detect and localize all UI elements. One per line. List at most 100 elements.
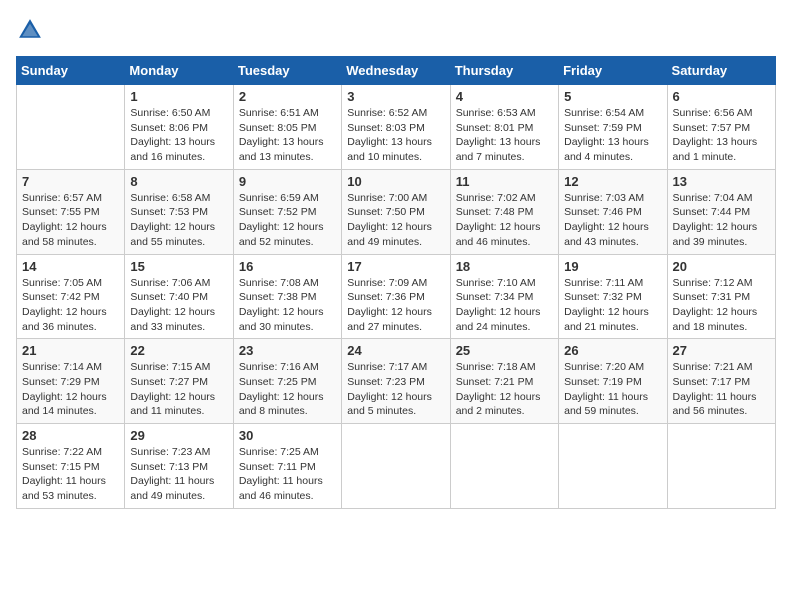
day-number: 27 bbox=[673, 343, 770, 358]
cell-info: Sunrise: 7:22 AMSunset: 7:15 PMDaylight:… bbox=[22, 445, 119, 504]
cell-info: Sunrise: 7:11 AMSunset: 7:32 PMDaylight:… bbox=[564, 276, 661, 335]
calendar-cell: 1 Sunrise: 6:50 AMSunset: 8:06 PMDaylight… bbox=[125, 85, 233, 170]
day-of-week-header: Sunday bbox=[17, 57, 125, 85]
day-number: 8 bbox=[130, 174, 227, 189]
cell-info: Sunrise: 6:58 AMSunset: 7:53 PMDaylight:… bbox=[130, 191, 227, 250]
cell-info: Sunrise: 7:10 AMSunset: 7:34 PMDaylight:… bbox=[456, 276, 553, 335]
day-number: 23 bbox=[239, 343, 336, 358]
calendar-cell: 23 Sunrise: 7:16 AMSunset: 7:25 PMDayligh… bbox=[233, 339, 341, 424]
calendar-cell bbox=[559, 424, 667, 509]
day-number: 1 bbox=[130, 89, 227, 104]
calendar-cell: 28Sunrise: 7:22 AMSunset: 7:15 PMDayligh… bbox=[17, 424, 125, 509]
day-of-week-header: Monday bbox=[125, 57, 233, 85]
day-of-week-header: Tuesday bbox=[233, 57, 341, 85]
logo bbox=[16, 16, 48, 44]
day-number: 16 bbox=[239, 259, 336, 274]
cell-info: Sunrise: 6:56 AMSunset: 7:57 PMDaylight:… bbox=[673, 106, 770, 165]
cell-info: Sunrise: 7:00 AMSunset: 7:50 PMDaylight:… bbox=[347, 191, 444, 250]
day-of-week-header: Wednesday bbox=[342, 57, 450, 85]
cell-info: Sunrise: 7:16 AMSunset: 7:25 PMDaylight:… bbox=[239, 360, 336, 419]
day-number: 9 bbox=[239, 174, 336, 189]
cell-info: Sunrise: 6:52 AMSunset: 8:03 PMDaylight:… bbox=[347, 106, 444, 165]
calendar-cell bbox=[17, 85, 125, 170]
calendar-cell bbox=[667, 424, 775, 509]
calendar-cell: 3 Sunrise: 6:52 AMSunset: 8:03 PMDaylight… bbox=[342, 85, 450, 170]
day-number: 19 bbox=[564, 259, 661, 274]
calendar-cell: 2Sunrise: 6:51 AMSunset: 8:05 PMDaylight… bbox=[233, 85, 341, 170]
calendar-cell: 16 Sunrise: 7:08 AMSunset: 7:38 PMDayligh… bbox=[233, 254, 341, 339]
cell-info: Sunrise: 7:05 AMSunset: 7:42 PMDaylight:… bbox=[22, 276, 119, 335]
cell-info: Sunrise: 7:18 AMSunset: 7:21 PMDaylight:… bbox=[456, 360, 553, 419]
calendar-cell: 22 Sunrise: 7:15 AMSunset: 7:27 PMDayligh… bbox=[125, 339, 233, 424]
day-number: 10 bbox=[347, 174, 444, 189]
calendar-cell: 7Sunrise: 6:57 AMSunset: 7:55 PMDaylight… bbox=[17, 169, 125, 254]
cell-info: Sunrise: 7:08 AMSunset: 7:38 PMDaylight:… bbox=[239, 276, 336, 335]
calendar-cell: 21 Sunrise: 7:14 AMSunset: 7:29 PMDayligh… bbox=[17, 339, 125, 424]
cell-info: Sunrise: 7:02 AMSunset: 7:48 PMDaylight:… bbox=[456, 191, 553, 250]
day-number: 11 bbox=[456, 174, 553, 189]
calendar-table: SundayMondayTuesdayWednesdayThursdayFrid… bbox=[16, 56, 776, 509]
cell-info: Sunrise: 6:59 AMSunset: 7:52 PMDaylight:… bbox=[239, 191, 336, 250]
calendar-cell: 29Sunrise: 7:23 AMSunset: 7:13 PMDayligh… bbox=[125, 424, 233, 509]
page-header bbox=[16, 16, 776, 44]
day-number: 5 bbox=[564, 89, 661, 104]
cell-info: Sunrise: 7:14 AMSunset: 7:29 PMDaylight:… bbox=[22, 360, 119, 419]
cell-info: Sunrise: 7:17 AMSunset: 7:23 PMDaylight:… bbox=[347, 360, 444, 419]
calendar-cell: 6 Sunrise: 6:56 AMSunset: 7:57 PMDaylight… bbox=[667, 85, 775, 170]
cell-info: Sunrise: 7:20 AMSunset: 7:19 PMDaylight:… bbox=[564, 360, 661, 419]
cell-info: Sunrise: 6:57 AMSunset: 7:55 PMDaylight:… bbox=[22, 191, 119, 250]
day-number: 22 bbox=[130, 343, 227, 358]
calendar-header-row: SundayMondayTuesdayWednesdayThursdayFrid… bbox=[17, 57, 776, 85]
day-number: 18 bbox=[456, 259, 553, 274]
day-number: 29 bbox=[130, 428, 227, 443]
calendar-week-row: 14 Sunrise: 7:05 AMSunset: 7:42 PMDayligh… bbox=[17, 254, 776, 339]
calendar-cell: 26 Sunrise: 7:20 AMSunset: 7:19 PMDayligh… bbox=[559, 339, 667, 424]
calendar-cell: 19 Sunrise: 7:11 AMSunset: 7:32 PMDayligh… bbox=[559, 254, 667, 339]
day-of-week-header: Thursday bbox=[450, 57, 558, 85]
day-number: 14 bbox=[22, 259, 119, 274]
calendar-cell: 14 Sunrise: 7:05 AMSunset: 7:42 PMDayligh… bbox=[17, 254, 125, 339]
day-of-week-header: Saturday bbox=[667, 57, 775, 85]
day-number: 4 bbox=[456, 89, 553, 104]
calendar-cell: 12Sunrise: 7:03 AMSunset: 7:46 PMDayligh… bbox=[559, 169, 667, 254]
cell-info: Sunrise: 6:50 AMSunset: 8:06 PMDaylight:… bbox=[130, 106, 227, 165]
day-number: 30 bbox=[239, 428, 336, 443]
calendar-week-row: 28Sunrise: 7:22 AMSunset: 7:15 PMDayligh… bbox=[17, 424, 776, 509]
cell-info: Sunrise: 7:06 AMSunset: 7:40 PMDaylight:… bbox=[130, 276, 227, 335]
cell-info: Sunrise: 7:04 AMSunset: 7:44 PMDaylight:… bbox=[673, 191, 770, 250]
day-number: 20 bbox=[673, 259, 770, 274]
calendar-cell: 8 Sunrise: 6:58 AMSunset: 7:53 PMDaylight… bbox=[125, 169, 233, 254]
logo-icon bbox=[16, 16, 44, 44]
calendar-cell: 10 Sunrise: 7:00 AMSunset: 7:50 PMDayligh… bbox=[342, 169, 450, 254]
calendar-week-row: 1 Sunrise: 6:50 AMSunset: 8:06 PMDaylight… bbox=[17, 85, 776, 170]
calendar-cell: 9 Sunrise: 6:59 AMSunset: 7:52 PMDaylight… bbox=[233, 169, 341, 254]
calendar-cell bbox=[342, 424, 450, 509]
day-number: 6 bbox=[673, 89, 770, 104]
cell-info: Sunrise: 6:54 AMSunset: 7:59 PMDaylight:… bbox=[564, 106, 661, 165]
day-number: 21 bbox=[22, 343, 119, 358]
calendar-cell: 4 Sunrise: 6:53 AMSunset: 8:01 PMDaylight… bbox=[450, 85, 558, 170]
day-number: 17 bbox=[347, 259, 444, 274]
day-number: 24 bbox=[347, 343, 444, 358]
cell-info: Sunrise: 7:25 AMSunset: 7:11 PMDaylight:… bbox=[239, 445, 336, 504]
calendar-cell: 20 Sunrise: 7:12 AMSunset: 7:31 PMDayligh… bbox=[667, 254, 775, 339]
cell-info: Sunrise: 7:12 AMSunset: 7:31 PMDaylight:… bbox=[673, 276, 770, 335]
day-of-week-header: Friday bbox=[559, 57, 667, 85]
calendar-week-row: 7Sunrise: 6:57 AMSunset: 7:55 PMDaylight… bbox=[17, 169, 776, 254]
cell-info: Sunrise: 7:15 AMSunset: 7:27 PMDaylight:… bbox=[130, 360, 227, 419]
calendar-cell: 30 Sunrise: 7:25 AMSunset: 7:11 PMDayligh… bbox=[233, 424, 341, 509]
day-number: 3 bbox=[347, 89, 444, 104]
calendar-cell: 24 Sunrise: 7:17 AMSunset: 7:23 PMDayligh… bbox=[342, 339, 450, 424]
day-number: 13 bbox=[673, 174, 770, 189]
day-number: 26 bbox=[564, 343, 661, 358]
day-number: 2 bbox=[239, 89, 336, 104]
calendar-cell: 17 Sunrise: 7:09 AMSunset: 7:36 PMDayligh… bbox=[342, 254, 450, 339]
cell-info: Sunrise: 6:53 AMSunset: 8:01 PMDaylight:… bbox=[456, 106, 553, 165]
calendar-cell: 11 Sunrise: 7:02 AMSunset: 7:48 PMDayligh… bbox=[450, 169, 558, 254]
calendar-week-row: 21 Sunrise: 7:14 AMSunset: 7:29 PMDayligh… bbox=[17, 339, 776, 424]
cell-info: Sunrise: 7:21 AMSunset: 7:17 PMDaylight:… bbox=[673, 360, 770, 419]
calendar-cell: 5 Sunrise: 6:54 AMSunset: 7:59 PMDaylight… bbox=[559, 85, 667, 170]
calendar-cell: 13 Sunrise: 7:04 AMSunset: 7:44 PMDayligh… bbox=[667, 169, 775, 254]
day-number: 12 bbox=[564, 174, 661, 189]
cell-info: Sunrise: 7:09 AMSunset: 7:36 PMDaylight:… bbox=[347, 276, 444, 335]
